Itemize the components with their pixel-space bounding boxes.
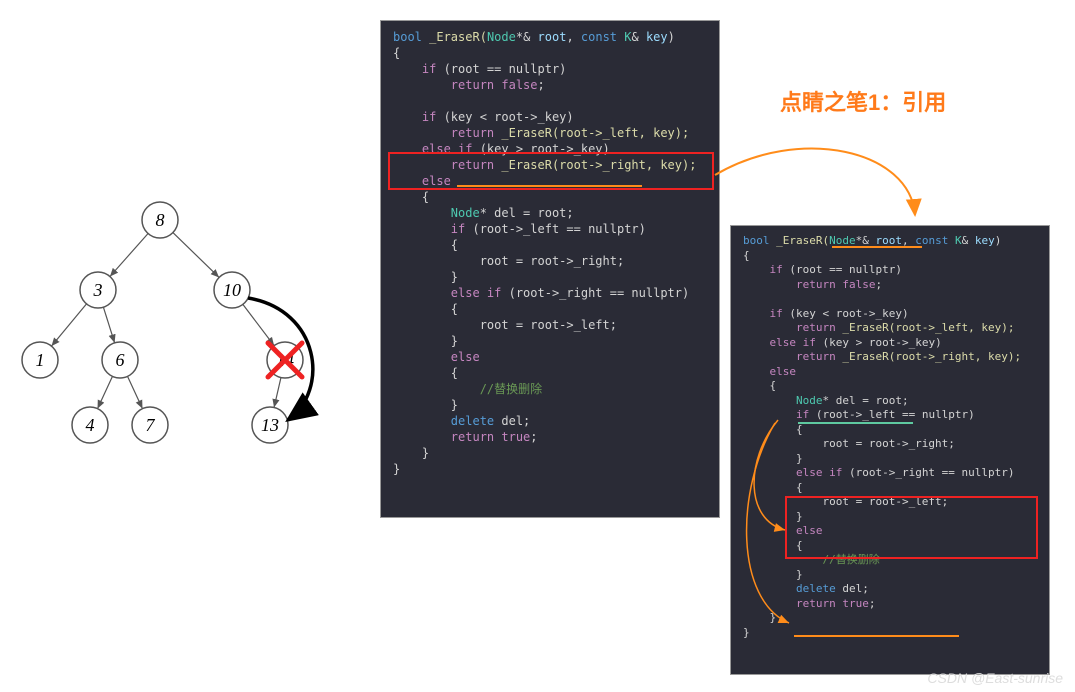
- svg-text:7: 7: [146, 415, 156, 435]
- svg-text:10: 10: [223, 280, 241, 300]
- svg-text:4: 4: [86, 415, 95, 435]
- binary-tree-diagram: 831016144713: [10, 190, 330, 450]
- underline-del-decl: [798, 422, 913, 424]
- svg-text:6: 6: [116, 350, 125, 370]
- svg-text:13: 13: [261, 415, 279, 435]
- underline-delete-del: [794, 635, 959, 637]
- underline-node-ref: [832, 246, 922, 248]
- code-snippet-left: bool _EraseR(Node*& root, const K& key) …: [380, 20, 720, 518]
- watermark: CSDN @East-sunrise: [927, 670, 1063, 686]
- code-snippet-right: bool _EraseR(Node*& root, const K& key) …: [730, 225, 1050, 675]
- svg-text:8: 8: [156, 210, 165, 230]
- annotation-reference: 点睛之笔1：引用: [780, 85, 946, 117]
- underline-1: [457, 185, 642, 187]
- svg-text:3: 3: [93, 280, 103, 300]
- svg-text:1: 1: [36, 350, 45, 370]
